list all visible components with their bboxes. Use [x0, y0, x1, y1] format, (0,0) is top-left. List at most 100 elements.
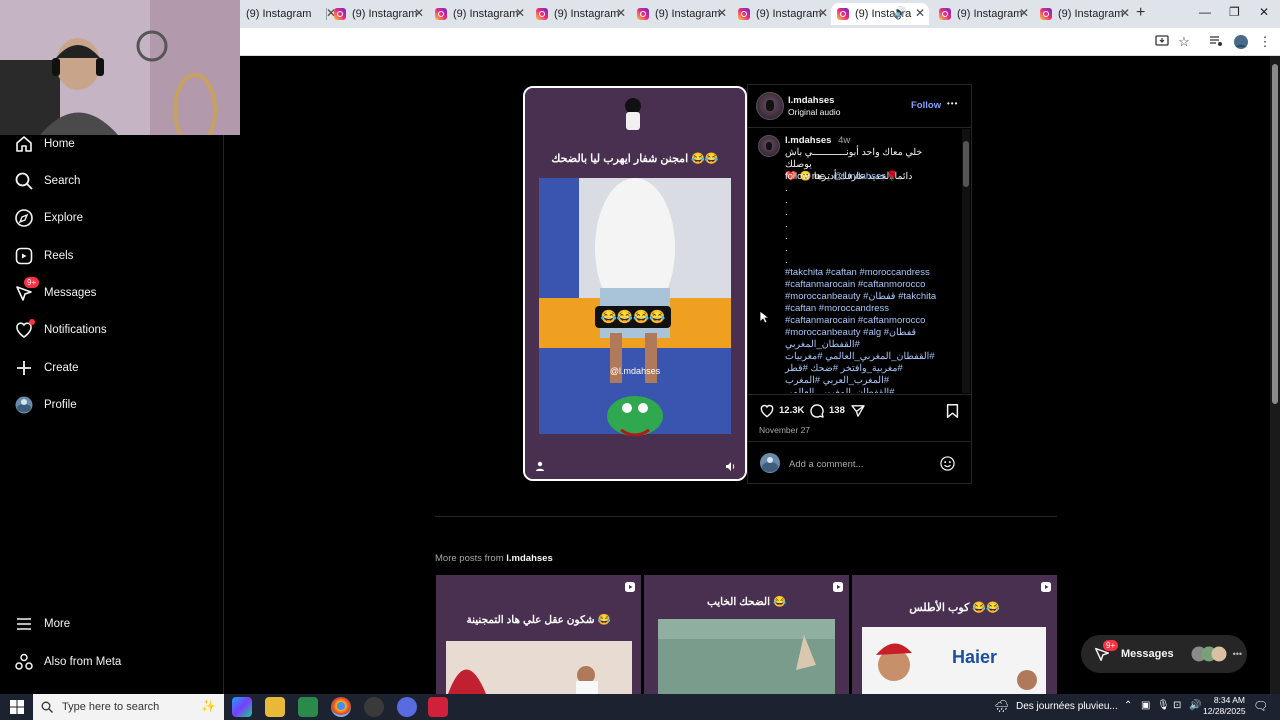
caption-follow-line: follow me : @l.mdahses🌹: [785, 171, 898, 182]
sidebar-item-create[interactable]: Create: [14, 356, 79, 380]
sidebar-item-more[interactable]: More: [14, 612, 70, 636]
comment-input[interactable]: Add a comment...: [789, 459, 863, 470]
file-explorer-icon[interactable]: [265, 697, 285, 717]
browser-tab[interactable]: (9) Instagram ✕: [732, 3, 832, 25]
like-icon[interactable]: [759, 403, 775, 419]
sidebar-item-profile[interactable]: Profile: [14, 393, 77, 417]
media-watermark: @l.mdahses: [609, 366, 661, 376]
page-scrollbar-thumb[interactable]: [1272, 64, 1278, 404]
comment-count[interactable]: 138: [829, 405, 845, 416]
close-icon[interactable]: ✕: [515, 6, 525, 20]
close-icon[interactable]: ✕: [1120, 6, 1130, 20]
browser-tab[interactable]: (9) Instagram ✕: [631, 3, 731, 25]
copilot-icon[interactable]: [232, 697, 252, 717]
more-posts-thumbnail[interactable]: كوب الأطلس 😂😂 Haier: [852, 575, 1057, 694]
microphone-icon[interactable]: 🎙: [1157, 700, 1170, 711]
more-posts-heading: More posts from l.mdahses: [435, 553, 553, 564]
caption-dot: .: [785, 183, 788, 194]
caption-avatar[interactable]: [758, 135, 780, 157]
scrollbar-thumb[interactable]: [963, 141, 969, 187]
page-scrollbar[interactable]: [1270, 56, 1280, 694]
browser-tab[interactable]: (9) Instagram ✕: [933, 3, 1033, 25]
explore-icon: [14, 208, 34, 228]
thumbnail-caption: الضحك الخايب 😂: [706, 596, 787, 608]
caption-username[interactable]: l.mdahses: [785, 135, 831, 146]
notification-center-icon[interactable]: 🗨: [1253, 699, 1268, 713]
tab-title: (9) Instagram: [352, 8, 418, 20]
author-username[interactable]: l.mdahses: [788, 95, 834, 106]
new-tab-button[interactable]: +: [1136, 4, 1145, 22]
network-icon[interactable]: ⊡: [1173, 700, 1181, 711]
more-posts-thumbnail[interactable]: شكون عقل علي هاد التمجنينة 😂: [436, 575, 641, 694]
sidebar-item-home[interactable]: Home: [14, 132, 75, 156]
media-background: [525, 88, 745, 479]
sidebar-item-notifications[interactable]: Notifications: [14, 318, 107, 342]
windows-taskbar: Type here to search ✨ 🌧 Des journées plu…: [0, 694, 1280, 720]
close-icon[interactable]: ✕: [818, 6, 828, 20]
caption-scrollbar[interactable]: [962, 129, 970, 393]
audio-label[interactable]: Original audio: [788, 107, 840, 117]
tray-chevron-icon[interactable]: ⌃: [1124, 700, 1132, 711]
user-tag-icon[interactable]: [535, 461, 545, 471]
sidebar-item-reels[interactable]: Reels: [14, 244, 73, 268]
sidebar-item-search[interactable]: Search: [14, 169, 80, 193]
tab-title: (9) Instagram: [246, 8, 312, 20]
close-icon[interactable]: ✕: [717, 6, 727, 20]
video-editor-icon[interactable]: [428, 697, 448, 717]
messenger-app-icon[interactable]: [397, 697, 417, 717]
media-controls-icon[interactable]: [1209, 34, 1225, 50]
maximize-button[interactable]: ❐: [1229, 5, 1240, 19]
close-icon[interactable]: ✕: [616, 6, 626, 20]
author-avatar[interactable]: [756, 92, 784, 120]
sidebar-item-also-from-meta[interactable]: Also from Meta: [14, 650, 121, 674]
chrome-icon[interactable]: [331, 697, 351, 717]
browser-tab[interactable]: (9) Instagram ✕: [1034, 3, 1134, 25]
minimize-button[interactable]: —: [1199, 5, 1211, 19]
more-posts-thumbnail[interactable]: الضحك الخايب 😂: [644, 575, 849, 694]
browser-tab[interactable]: (9) Instagram ✕: [328, 3, 428, 25]
emoji-icon[interactable]: [940, 456, 955, 471]
caption-hashtags[interactable]: #takchita #caftan #moroccandress #caftan…: [785, 267, 950, 393]
browser-tab[interactable]: (9) Instagram ✕: [240, 3, 340, 25]
caption-line: خلي معاك واحد أبونــــــــــــي باش يوصل…: [785, 147, 923, 170]
browser-tab[interactable]: (9) Instagram ✕: [429, 3, 529, 25]
browser-tab[interactable]: (9) Instagram ✕: [530, 3, 630, 25]
volume-icon[interactable]: 🔊: [1189, 700, 1201, 711]
floating-messages-button[interactable]: 9+ Messages •••: [1081, 635, 1247, 673]
share-icon[interactable]: [850, 403, 866, 419]
post-media[interactable]: امجنن شفار ايهرب ليا بالضحك 😂😂 😂😂😂😂 @l.m…: [523, 86, 747, 481]
browser-tab-active[interactable]: (9) Instagra 🔊 ✕: [831, 3, 929, 25]
like-count[interactable]: 12.3K: [779, 405, 804, 416]
browser-menu-icon[interactable]: ⋮: [1257, 34, 1273, 50]
sidebar-item-label: Explore: [44, 212, 83, 224]
tray-app-icon[interactable]: ▣: [1141, 700, 1150, 711]
weather-text[interactable]: Des journées pluvieu...: [1016, 701, 1118, 712]
windows-start-icon[interactable]: [10, 700, 24, 714]
store-icon[interactable]: [298, 697, 318, 717]
recent-contacts-avatars: [1191, 646, 1231, 662]
save-bookmark-icon[interactable]: [945, 403, 960, 419]
clock[interactable]: 8:34 AM 12/28/2025: [1203, 695, 1246, 717]
comment-icon[interactable]: [809, 403, 825, 419]
follow-button[interactable]: Follow: [911, 100, 941, 111]
speaker-icon[interactable]: 🔊: [893, 6, 907, 19]
sidebar-item-label: Home: [44, 138, 75, 150]
volume-icon[interactable]: [725, 461, 736, 472]
close-icon[interactable]: ✕: [1019, 6, 1029, 20]
profile-avatar-icon[interactable]: [1233, 34, 1249, 50]
weather-icon: 🌧: [994, 699, 1010, 713]
bookmark-star-icon[interactable]: ☆: [1176, 34, 1192, 50]
app-icon[interactable]: [364, 697, 384, 717]
sidebar-item-explore[interactable]: Explore: [14, 206, 83, 230]
mention-link[interactable]: @l.mdahses: [833, 171, 886, 182]
close-icon[interactable]: ✕: [915, 6, 925, 20]
taskbar-search-box[interactable]: Type here to search ✨: [33, 694, 224, 720]
install-app-icon[interactable]: [1155, 34, 1171, 50]
sidebar-item-label: Messages: [44, 287, 97, 299]
sidebar-item-messages[interactable]: 9+ Messages: [14, 277, 97, 305]
close-window-button[interactable]: ✕: [1259, 5, 1269, 19]
caption-dots: . . . . . . .: [785, 183, 788, 267]
more-posts-user[interactable]: l.mdahses: [506, 553, 552, 564]
more-options-icon[interactable]: •••: [947, 99, 958, 108]
close-icon[interactable]: ✕: [414, 6, 424, 20]
